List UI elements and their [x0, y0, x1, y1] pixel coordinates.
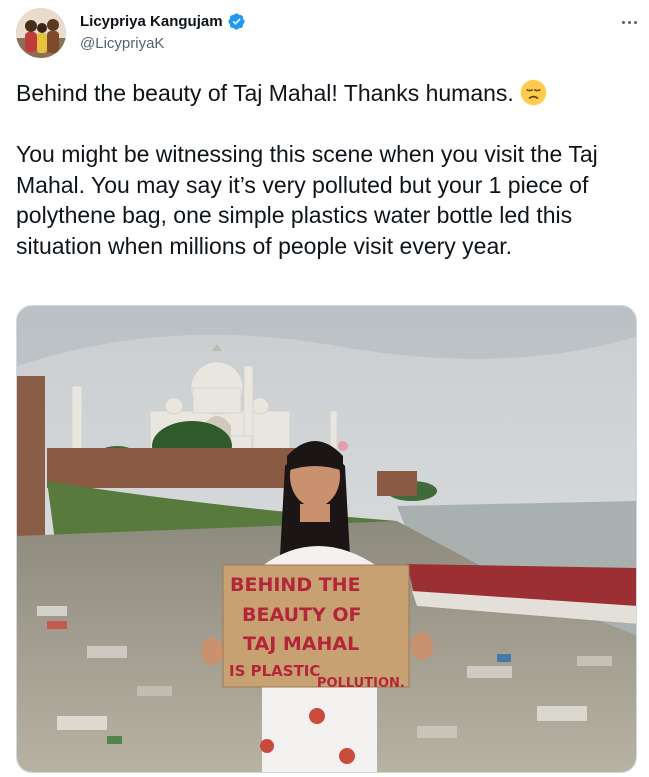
author-handle[interactable]: @LicypriyaK	[80, 35, 164, 52]
tweet-line-1: Behind the beauty of Taj Mahal! Thanks h…	[16, 80, 514, 106]
author-name[interactable]: Licypriya Kangujam	[80, 13, 223, 30]
sign-line-2: BEAUTY OF	[242, 604, 361, 626]
disappointed-face-emoji-icon	[520, 79, 547, 106]
sign-line-3: TAJ MAHAL	[243, 633, 359, 655]
sign-line-5: POLLUTION.	[317, 676, 405, 691]
tweet-body: You might be witnessing this scene when …	[16, 141, 605, 259]
sign-line-1: BEHIND THE	[230, 574, 361, 596]
verified-badge-icon	[227, 12, 246, 31]
tweet-text: Behind the beauty of Taj Mahal! Thanks h…	[16, 78, 628, 261]
tweet-header: Licypriya Kangujam @LicypriyaK	[16, 8, 641, 60]
more-options-icon[interactable]	[617, 12, 641, 32]
tweet-photo[interactable]: BEHIND THE BEAUTY OF TAJ MAHAL IS PLASTI…	[16, 305, 637, 773]
avatar[interactable]	[16, 8, 66, 58]
sign-line-4: IS PLASTIC	[229, 662, 320, 680]
